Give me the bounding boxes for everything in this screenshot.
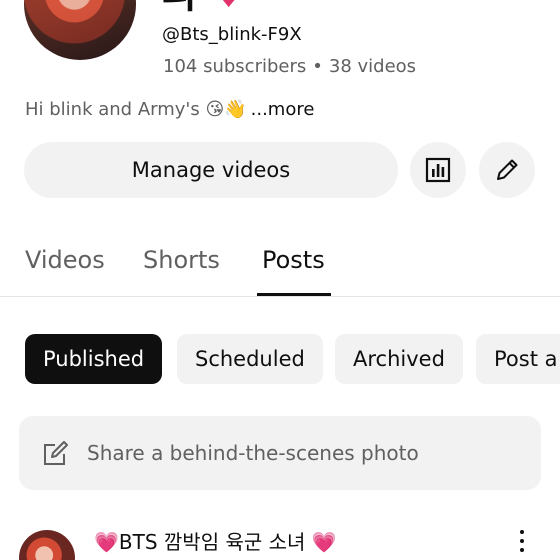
share-placeholder: Share a behind-the-scenes photo [87, 441, 419, 465]
channel-handle: @Bts_blink-F9X [162, 24, 302, 45]
heart-icon: ♥ [211, 0, 247, 17]
analytics-button[interactable] [410, 142, 466, 198]
tab-posts[interactable]: Posts [262, 244, 325, 276]
pencil-icon [497, 159, 518, 180]
bar-chart-icon [425, 157, 451, 183]
tab-videos[interactable]: Videos [25, 244, 105, 276]
edit-channel-button[interactable] [479, 142, 535, 198]
manage-videos-button[interactable]: Manage videos [24, 142, 398, 198]
vertical-dots-icon[interactable] [516, 530, 528, 560]
channel-stats: 104 subscribers • 38 videos [163, 54, 416, 80]
filter-scheduled[interactable]: Scheduled [177, 334, 323, 384]
filter-published[interactable]: Published [25, 334, 163, 384]
stats-separator: • [312, 56, 323, 77]
compose-icon [44, 441, 68, 465]
post-title: 💗BTS 깜박임 육군 소녀 💗 [94, 530, 337, 554]
subscriber-count: 104 subscribers [163, 56, 307, 77]
tab-shorts[interactable]: Shorts [143, 244, 220, 276]
channel-name: 리 ♥ [160, 0, 247, 18]
video-count: 38 videos [328, 56, 417, 77]
post-author-avatar[interactable] [19, 530, 75, 560]
active-tab-indicator [257, 293, 331, 296]
description-text: Hi blink and Army's 😘👋 [25, 99, 247, 120]
share-post-input[interactable]: Share a behind-the-scenes photo [19, 416, 541, 490]
channel-description[interactable]: Hi blink and Army's 😘👋 ...more [25, 97, 314, 123]
filter-post-a[interactable]: Post a [476, 334, 560, 384]
channel-avatar[interactable] [24, 0, 136, 60]
filter-archived[interactable]: Archived [335, 334, 463, 384]
more-link[interactable]: ...more [251, 99, 315, 120]
channel-tabs: Videos Shorts Posts [0, 236, 560, 297]
